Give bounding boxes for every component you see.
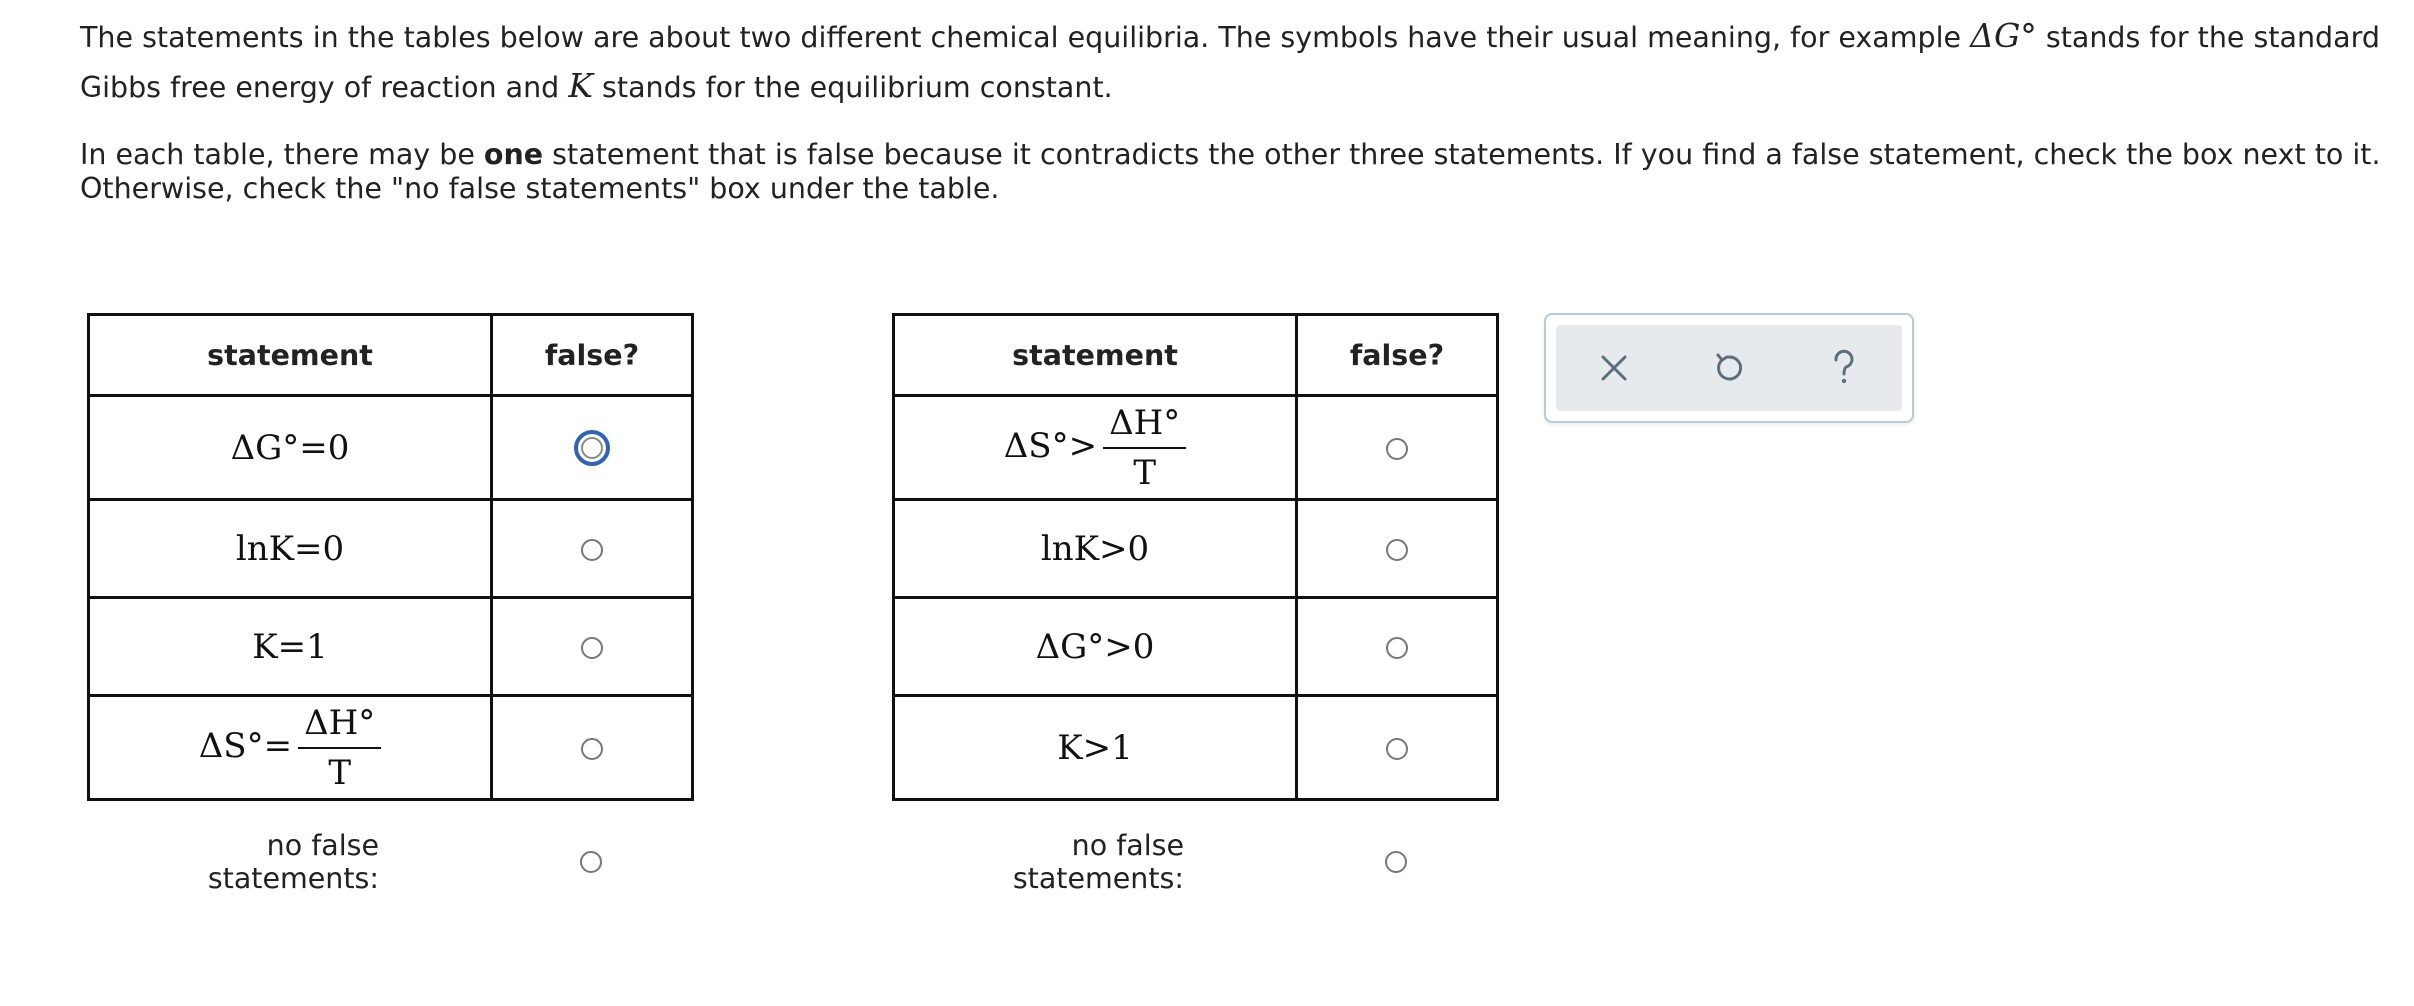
header-false: false?	[490, 313, 694, 397]
false-cell	[1295, 694, 1499, 801]
no-false-label: no false statements:	[1012, 829, 1184, 895]
statement-cell: ΔG°>0	[892, 596, 1298, 697]
false-radio-t1-2[interactable]	[581, 539, 603, 561]
false-cell	[1295, 394, 1499, 501]
statement-cell: ΔG°=0	[87, 394, 493, 501]
statement-cell: ΔS°> ΔH° T	[892, 394, 1298, 501]
undo-button[interactable]	[1699, 338, 1759, 398]
false-cell	[1295, 498, 1499, 599]
close-icon	[1601, 355, 1627, 381]
help-button[interactable]	[1814, 338, 1874, 398]
instructions: The statements in the tables below are a…	[80, 12, 2400, 206]
instruction-paragraph-2: In each table, there may be one statemen…	[80, 138, 2381, 205]
false-cell	[490, 596, 694, 697]
header-statement: statement	[892, 313, 1298, 397]
false-radio-t1-3[interactable]	[581, 637, 603, 659]
help-icon	[1834, 349, 1854, 384]
delta-g-symbol: ΔG°	[1970, 16, 2037, 55]
false-radio-t2-1[interactable]	[1386, 438, 1408, 460]
false-radio-t2-2[interactable]	[1386, 539, 1408, 561]
toolbar-inner	[1556, 325, 1902, 411]
fraction: ΔH° T	[1103, 403, 1187, 493]
false-radio-t1-4[interactable]	[581, 738, 603, 760]
no-false-radio-2[interactable]	[1385, 851, 1407, 873]
statement-cell: K>1	[892, 694, 1298, 801]
statements-table-2: statement false? ΔS°> ΔH° T lnK>0 ΔG°>0 K>…	[892, 313, 1499, 801]
statement-cell: ΔS°= ΔH° T	[87, 694, 493, 801]
statement-cell: lnK=0	[87, 498, 493, 599]
false-radio-t2-3[interactable]	[1386, 637, 1408, 659]
clear-button[interactable]	[1584, 338, 1644, 398]
header-statement: statement	[87, 313, 493, 397]
header-false: false?	[1295, 313, 1499, 397]
answer-toolbar	[1544, 313, 1914, 423]
statements-table-1: statement false? ΔG°=0 lnK=0 K=1 ΔS°= ΔH°…	[87, 313, 694, 801]
k-symbol: K	[568, 66, 593, 105]
no-false-label: no false statements:	[207, 829, 379, 895]
fraction: ΔH° T	[298, 703, 382, 793]
no-false-radio-1[interactable]	[580, 851, 602, 873]
false-radio-t2-4[interactable]	[1386, 738, 1408, 760]
false-radio-t1-1[interactable]	[574, 429, 610, 466]
no-false-statements-row-1: no false statements:	[87, 829, 691, 895]
false-cell	[490, 498, 694, 599]
instruction-paragraph-1: The statements in the tables below are a…	[80, 16, 2380, 105]
statement-cell: lnK>0	[892, 498, 1298, 599]
statement-cell: K=1	[87, 596, 493, 697]
undo-icon	[1716, 353, 1743, 381]
no-false-statements-row-2: no false statements:	[892, 829, 1496, 895]
false-cell	[1295, 596, 1499, 697]
false-cell	[490, 394, 694, 501]
false-cell	[490, 694, 694, 801]
